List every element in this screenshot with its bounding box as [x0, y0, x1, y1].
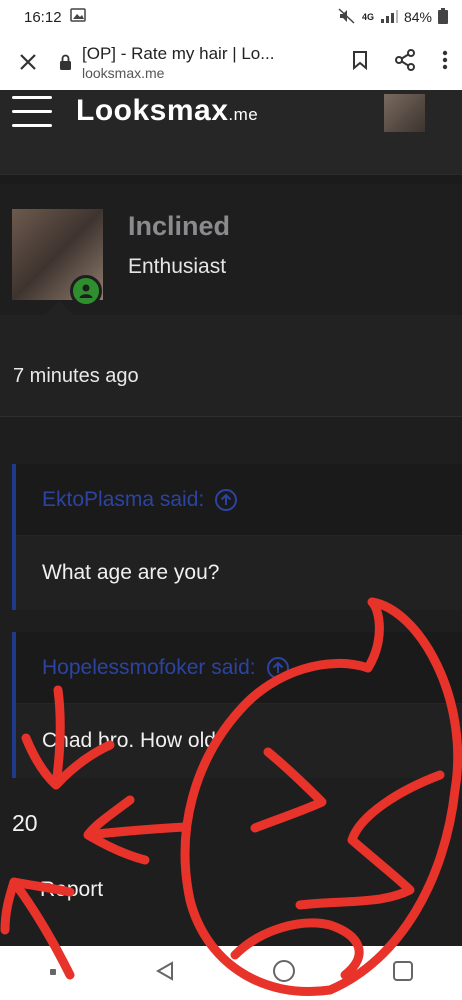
header-divider — [0, 174, 462, 184]
quote-author-label: EktoPlasma said: — [42, 487, 205, 511]
recents-button[interactable] — [392, 960, 414, 987]
page-title: [OP] - Rate my hair | Lo... — [82, 43, 275, 63]
bookmark-icon — [353, 50, 367, 70]
author-name[interactable]: Inclined — [128, 211, 230, 242]
recents-square-icon — [393, 960, 413, 981]
battery-level: 84% — [403, 9, 432, 25]
close-tab-button[interactable] — [0, 52, 56, 72]
mute-icon — [338, 7, 356, 27]
author-caret — [45, 301, 73, 315]
signal-icon — [380, 9, 398, 26]
status-bar: 16:12 4G 84% — [0, 0, 462, 34]
share-icon — [395, 48, 415, 71]
arrow-up-circle-icon — [215, 488, 238, 511]
lock-icon — [56, 54, 74, 71]
more-vertical-icon — [442, 50, 448, 69]
back-button[interactable] — [154, 960, 176, 987]
url-display[interactable]: [OP] - Rate my hair | Lo... looksmax.me — [82, 44, 292, 81]
quote-author[interactable]: EktoPlasma said: — [16, 464, 462, 536]
quote-author[interactable]: Hopelessmofoker said: — [16, 632, 462, 704]
network-label: 4G — [361, 12, 374, 22]
home-circle-icon — [273, 959, 295, 982]
home-button[interactable] — [272, 959, 296, 988]
logo-suffix: .me — [228, 105, 259, 124]
post-timestamp[interactable]: 7 minutes ago — [13, 365, 139, 388]
system-navigation-bar — [0, 946, 462, 1000]
share-button[interactable] — [394, 48, 416, 76]
quote-block: Hopelessmofoker said: Chad bro. How old — [12, 632, 462, 778]
post-author: Inclined Enthusiast — [0, 185, 462, 315]
hamburger-line — [12, 110, 52, 113]
hamburger-line — [12, 96, 52, 99]
battery-icon — [438, 7, 448, 27]
bookmark-button[interactable] — [352, 50, 368, 75]
logo-text: Looksmax — [76, 94, 229, 127]
site-header: Looksmax.me — [0, 90, 462, 174]
menu-button[interactable] — [12, 96, 52, 132]
more-options-button[interactable] — [442, 50, 448, 75]
hamburger-line — [12, 124, 52, 127]
dot-icon — [50, 969, 56, 975]
quote-text: Chad bro. How old — [16, 704, 462, 778]
close-icon — [20, 54, 36, 70]
quote-text: What age are you? — [16, 536, 462, 610]
browser-toolbar: [OP] - Rate my hair | Lo... looksmax.me — [0, 34, 462, 90]
page-domain: looksmax.me — [82, 64, 165, 81]
report-link[interactable]: Report — [40, 878, 103, 902]
reply-text: 20 — [12, 810, 38, 836]
post-meta: 7 minutes ago — [0, 301, 462, 417]
author-title: Enthusiast — [128, 255, 227, 278]
user-icon — [79, 284, 93, 298]
quote-block: EktoPlasma said: What age are you? — [12, 464, 462, 610]
online-indicator — [70, 275, 102, 307]
back-triangle-icon — [155, 960, 173, 981]
arrow-up-circle-icon — [266, 656, 289, 679]
status-time: 16:12 — [24, 8, 62, 26]
recent-dot-button[interactable] — [48, 964, 58, 982]
quote-author-label: Hopelessmofoker said: — [42, 655, 256, 679]
site-logo[interactable]: Looksmax.me — [76, 94, 258, 128]
post-body: EktoPlasma said: What age are you? Hopel… — [0, 418, 462, 946]
account-avatar[interactable] — [384, 94, 425, 132]
gallery-icon — [69, 8, 86, 26]
